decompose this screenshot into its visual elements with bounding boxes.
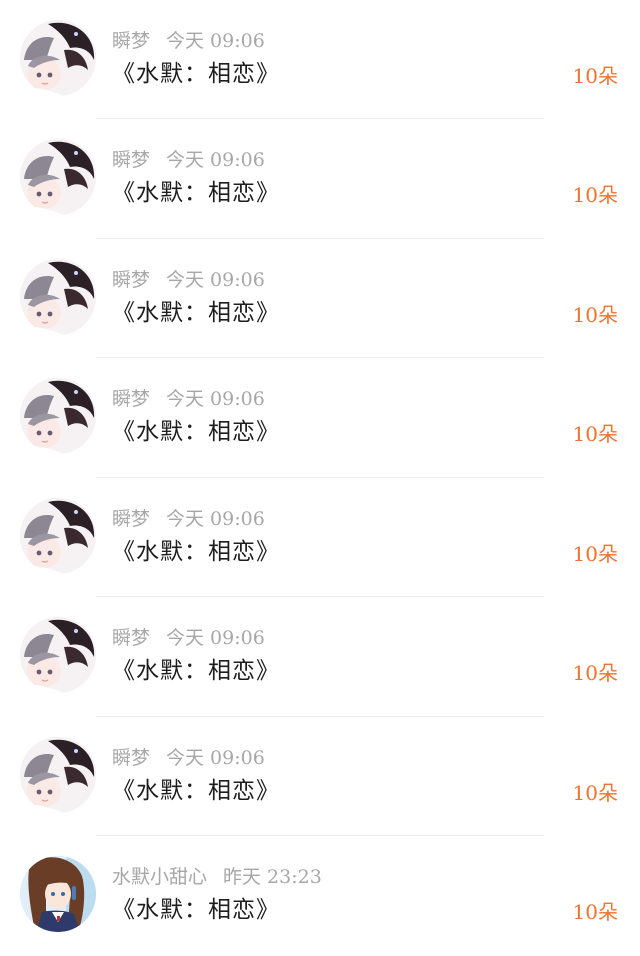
gift-count: 10朵 [572, 661, 618, 685]
message-title: 《水默：相恋》 [112, 419, 280, 445]
message-title: 《水默：相恋》 [112, 299, 280, 326]
message-time: 今天 09:06 [166, 268, 265, 291]
sender-name: 瞬梦 [112, 388, 151, 410]
message-time: 今天 09:06 [166, 507, 265, 530]
sender-name: 瞬梦 [112, 746, 151, 769]
message-meta: 瞬梦 今天 09:06 [112, 623, 265, 653]
avatar-anime-dark-hair-icon[interactable] [20, 736, 96, 813]
avatar-anime-dark-hair-icon[interactable] [20, 139, 96, 215]
message-meta: 瞬梦 今天 09:06 [112, 26, 265, 56]
avatar-anime-dark-hair-icon[interactable] [20, 378, 96, 454]
sender-name: 瞬梦 [112, 149, 151, 171]
message-title: 《水默：相恋》 [112, 538, 280, 565]
message-time: 昨天 23:23 [223, 866, 322, 888]
message-time: 今天 09:06 [166, 149, 265, 171]
message-meta: 瞬梦 今天 09:06 [112, 265, 265, 295]
sender-name: 瞬梦 [112, 627, 151, 649]
message-meta: 瞬梦 今天 09:06 [112, 145, 265, 175]
sender-name: 瞬梦 [112, 268, 151, 291]
message-item[interactable]: 瞬梦 今天 09:06 《水默：相恋》 10朵 [0, 119, 640, 239]
message-item[interactable]: 水默小甜心 昨天 23:23 《水默：相恋》 10朵 [0, 836, 640, 956]
gift-count: 10朵 [572, 302, 618, 327]
gift-count: 10朵 [572, 780, 618, 805]
message-item[interactable]: 瞬梦 今天 09:06 《水默：相恋》 10朵 [0, 358, 640, 478]
message-item[interactable]: 瞬梦 今天 09:06 《水默：相恋》 10朵 [0, 478, 640, 597]
message-meta: 瞬梦 今天 09:06 [112, 743, 265, 773]
avatar-anime-dark-hair-icon[interactable] [20, 497, 96, 574]
sender-name: 瞬梦 [112, 30, 151, 52]
message-title: 《水默：相恋》 [112, 180, 280, 206]
gift-count: 10朵 [572, 64, 618, 88]
message-item[interactable]: 瞬梦 今天 09:06 《水默：相恋》 10朵 [0, 597, 640, 717]
avatar-anime-dark-hair-icon[interactable] [20, 617, 96, 693]
message-time: 今天 09:06 [166, 30, 265, 52]
message-time: 今天 09:06 [166, 746, 265, 769]
message-meta: 水默小甜心 昨天 23:23 [112, 862, 322, 892]
message-title: 《水默：相恋》 [112, 777, 280, 804]
sender-name: 瞬梦 [112, 507, 151, 530]
message-meta: 瞬梦 今天 09:06 [112, 504, 265, 534]
avatar-anime-dark-hair-icon[interactable] [20, 258, 96, 335]
message-time: 今天 09:06 [166, 627, 265, 649]
message-list: 瞬梦 今天 09:06 《水默：相恋》 10朵 瞬梦 今天 09:06 《水默：… [0, 0, 640, 956]
message-time: 今天 09:06 [166, 388, 265, 410]
message-item[interactable]: 瞬梦 今天 09:06 《水默：相恋》 10朵 [0, 239, 640, 358]
gift-count: 10朵 [572, 183, 618, 207]
gift-count: 10朵 [572, 422, 618, 446]
gift-count: 10朵 [572, 541, 618, 566]
message-title: 《水默：相恋》 [112, 61, 280, 87]
avatar-anime-brown-hair-icon[interactable] [20, 856, 96, 932]
message-item[interactable]: 瞬梦 今天 09:06 《水默：相恋》 10朵 [0, 717, 640, 836]
avatar-anime-dark-hair-icon[interactable] [20, 20, 96, 96]
message-title: 《水默：相恋》 [112, 897, 280, 923]
message-item[interactable]: 瞬梦 今天 09:06 《水默：相恋》 10朵 [0, 0, 640, 119]
sender-name: 水默小甜心 [112, 866, 208, 888]
gift-count: 10朵 [572, 900, 618, 924]
message-meta: 瞬梦 今天 09:06 [112, 384, 265, 414]
message-title: 《水默：相恋》 [112, 658, 280, 684]
